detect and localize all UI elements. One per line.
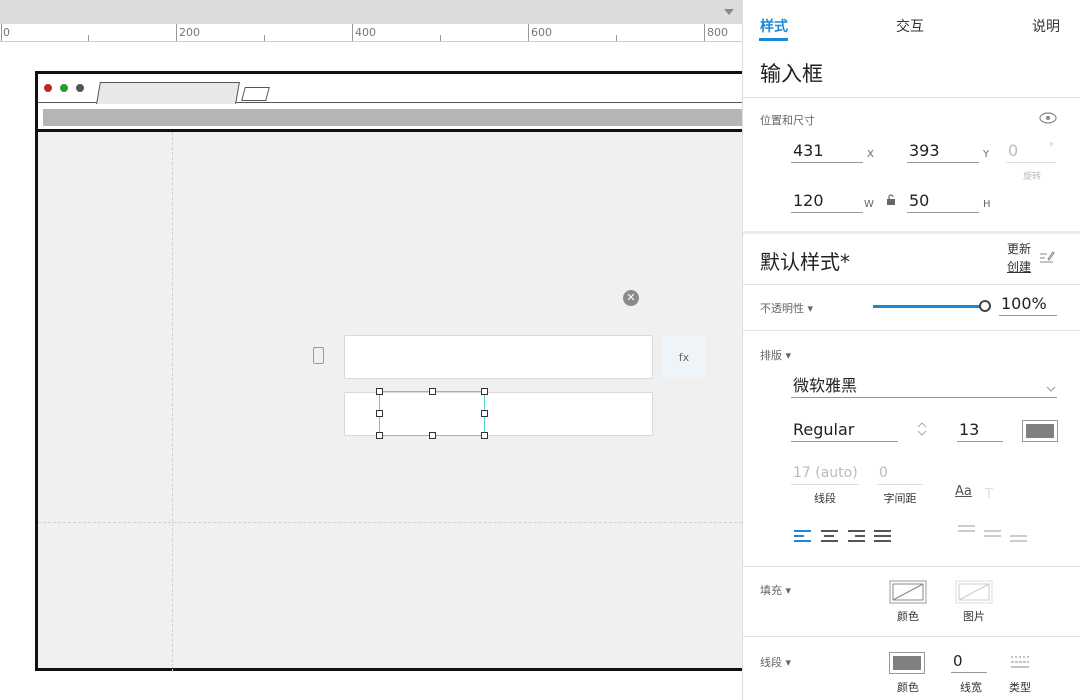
ruler-label: 200 (179, 26, 200, 39)
valign-middle-icon[interactable] (984, 530, 1001, 542)
clear-glyph: ✕ (626, 291, 636, 304)
ruler-label: 800 (707, 26, 728, 39)
maximize-dot-icon (60, 84, 68, 92)
ruler-top-bar (0, 0, 742, 24)
align-center-icon[interactable] (821, 530, 838, 542)
resize-handle[interactable] (376, 432, 383, 439)
new-tab-icon (241, 87, 270, 101)
border-color-swatch[interactable] (889, 652, 925, 674)
resize-handle[interactable] (376, 388, 383, 395)
width-field[interactable]: 120 (791, 191, 863, 213)
char-spacing-label: 字间距 (883, 492, 917, 505)
fill-image-label: 图片 (963, 610, 985, 623)
guide-line (38, 522, 742, 523)
resize-handle[interactable] (481, 388, 488, 395)
y-field[interactable]: 393 (907, 141, 979, 163)
style-title[interactable]: 默认样式* (760, 246, 850, 275)
horizontal-ruler: 0 200 400 600 800 (0, 24, 742, 42)
eye-icon[interactable] (1039, 112, 1057, 124)
border-label[interactable]: 线段 ▾ (760, 654, 791, 670)
fill-color-label: 颜色 (897, 610, 919, 623)
align-right-icon[interactable] (848, 530, 865, 542)
component-title[interactable]: 输入框 (760, 58, 823, 88)
resize-handle[interactable] (429, 432, 436, 439)
fill-image-icon[interactable] (955, 580, 993, 604)
valign-top-icon[interactable] (958, 525, 975, 537)
w-unit: W (864, 199, 874, 210)
text-input-1[interactable] (344, 335, 653, 379)
fx-label: fx (678, 350, 690, 364)
line-height-label: 线段 (814, 492, 836, 505)
font-family-select[interactable]: 微软雅黑 (791, 376, 1057, 398)
ruler-dropdown-icon[interactable] (724, 9, 734, 15)
border-color-label: 颜色 (897, 681, 919, 694)
font-size-field[interactable]: 13 (957, 420, 1003, 442)
inspector-tabs: 样式 交互 说明 (743, 0, 1080, 48)
browser-tab (96, 82, 240, 104)
degree-unit: ° (1049, 142, 1054, 153)
height-field[interactable]: 50 (907, 191, 979, 213)
design-canvas[interactable]: 0 200 400 600 800 ✕ fx (0, 0, 742, 700)
chevron-down-icon[interactable] (1046, 386, 1056, 392)
inspector-panel: 样式 交互 说明 输入框 位置和尺寸 431 X 393 Y 0 ° 旋转 12… (742, 0, 1080, 700)
stepper-icon[interactable] (917, 421, 927, 437)
resize-handle[interactable] (376, 410, 383, 417)
lock-icon[interactable] (886, 194, 896, 206)
char-spacing-field[interactable]: 0 (877, 463, 923, 485)
guide-line (172, 132, 173, 672)
opacity-slider-handle[interactable] (979, 300, 991, 312)
fill-color-icon[interactable] (889, 580, 927, 604)
x-field[interactable]: 431 (791, 141, 863, 163)
edit-style-icon[interactable] (1039, 250, 1055, 264)
selection-box[interactable] (379, 391, 485, 436)
resize-handle[interactable] (429, 388, 436, 395)
browser-frame-widget[interactable]: ✕ fx (35, 71, 742, 672)
tab-interaction[interactable]: 交互 (896, 16, 924, 36)
typography-label[interactable]: 排版 ▾ (760, 347, 791, 363)
create-style-link[interactable]: 创建 (1007, 258, 1031, 275)
position-size-label: 位置和尺寸 (760, 114, 815, 127)
address-bar (43, 109, 742, 126)
rotation-label: 旋转 (1023, 172, 1042, 182)
align-justify-icon[interactable] (874, 530, 891, 542)
line-height-field[interactable]: 17 (auto) (791, 463, 859, 485)
svg-text:T: T (984, 487, 993, 500)
ruler-label: 600 (531, 26, 552, 39)
opacity-field[interactable]: 100% (999, 294, 1057, 316)
border-width-field[interactable]: 0 (951, 651, 987, 673)
ruler-label: 0 (3, 26, 10, 39)
font-color-swatch[interactable] (1022, 420, 1058, 442)
resize-handle[interactable] (481, 410, 488, 417)
border-width-label: 线宽 (960, 681, 982, 694)
browser-chrome (38, 74, 742, 132)
close-dot-icon (44, 84, 52, 92)
border-type-label: 类型 (1009, 681, 1031, 694)
x-unit: X (867, 149, 874, 160)
y-unit: Y (983, 149, 990, 160)
fill-label[interactable]: 填充 ▾ (760, 582, 791, 598)
fx-button[interactable]: fx (662, 336, 706, 378)
valign-bottom-icon[interactable] (1010, 535, 1027, 547)
resize-handle[interactable] (481, 432, 488, 439)
tab-notes[interactable]: 说明 (1032, 16, 1060, 36)
text-case-icon[interactable]: Aa (955, 484, 972, 499)
text-shadow-icon[interactable]: T (983, 486, 999, 500)
border-type-icon[interactable] (1010, 655, 1030, 669)
mobile-icon (313, 347, 324, 364)
font-weight-select[interactable]: Regular (791, 420, 898, 442)
tab-style[interactable]: 样式 (760, 16, 788, 36)
ruler-label: 400 (355, 26, 376, 39)
opacity-label[interactable]: 不透明性 ▾ (760, 300, 813, 316)
clear-icon[interactable]: ✕ (623, 290, 639, 306)
minimize-dot-icon (76, 84, 84, 92)
opacity-slider-track[interactable] (873, 305, 985, 308)
update-style-link[interactable]: 更新 (1007, 240, 1031, 257)
h-unit: H (983, 199, 991, 210)
align-left-icon[interactable] (794, 530, 811, 542)
active-tab-indicator (759, 38, 788, 41)
